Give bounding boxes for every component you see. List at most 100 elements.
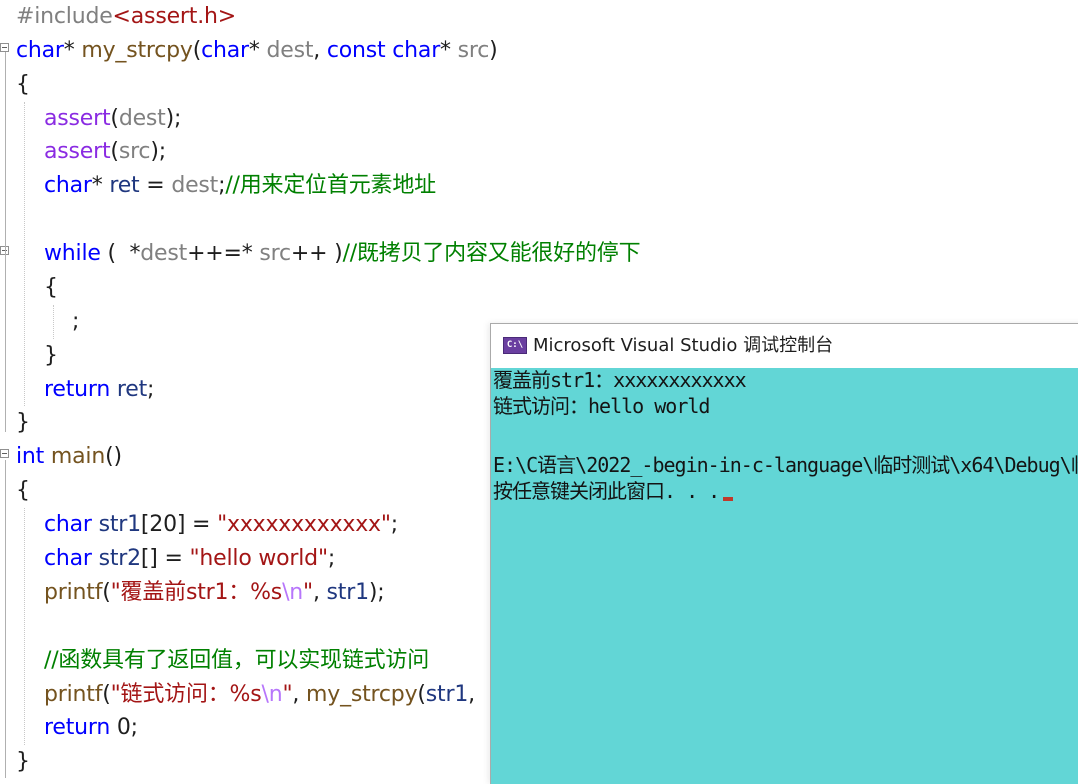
code-token: [20] =: [140, 512, 218, 537]
code-token: src: [457, 38, 490, 63]
code-line-text: {: [16, 474, 30, 508]
code-token: //函数具有了返回值，可以实现链式访问: [44, 648, 430, 673]
code-token: =: [139, 173, 172, 198]
code-token: (: [102, 580, 111, 605]
code-token: }: [16, 749, 30, 774]
code-line[interactable]: assert(src);: [0, 135, 1078, 169]
code-line-text: {: [44, 271, 58, 305]
code-token: *: [248, 38, 267, 63]
console-line: 覆盖前str1：xxxxxxxxxxxx: [493, 368, 747, 392]
code-token: (: [192, 38, 202, 63]
code-token: "hello world": [189, 546, 329, 571]
code-token: char: [16, 38, 64, 63]
code-line-text: return 0;: [44, 711, 138, 745]
code-token: \n: [261, 682, 283, 707]
code-line-text: printf("覆盖前str1：%s\n", str1);: [44, 576, 385, 610]
code-line[interactable]: #include<assert.h>: [0, 0, 1078, 34]
code-token: <assert.h>: [112, 4, 237, 29]
console-line: 按任意键关闭此窗口. . .: [493, 479, 734, 503]
code-line[interactable]: char* my_strcpy(char* dest, const char* …: [0, 34, 1078, 68]
code-token: char: [201, 38, 249, 63]
code-line-text: #include<assert.h>: [16, 0, 236, 34]
code-token: ;: [327, 546, 336, 571]
code-token: dest: [266, 38, 314, 63]
code-line[interactable]: {: [0, 271, 1078, 305]
indent-guide: [24, 102, 25, 406]
code-token: ++=*: [187, 241, 260, 266]
code-token: assert: [44, 139, 111, 164]
code-line[interactable]: char* ret = dest;//用来定位首元素地址: [0, 169, 1078, 203]
code-token: ,: [312, 580, 327, 605]
console-line: 链式访问：hello world: [493, 394, 710, 418]
code-line[interactable]: assert(dest);: [0, 102, 1078, 136]
code-token: str1: [425, 682, 469, 707]
code-token: assert: [44, 106, 111, 131]
code-token: ,: [313, 38, 327, 63]
code-token: dest: [140, 241, 188, 266]
code-token: ++ ): [290, 241, 343, 266]
console-cursor: [723, 497, 734, 501]
code-token: printf: [44, 682, 103, 707]
code-line-text: printf("链式访问：%s\n", my_strcpy(str1,: [44, 678, 475, 712]
code-line-text: assert(dest);: [44, 102, 181, 136]
code-token: ": [303, 580, 313, 605]
code-token: ): [489, 38, 498, 63]
code-line-text: }: [16, 745, 30, 779]
code-line-text: {: [16, 68, 30, 102]
code-token: *: [91, 173, 110, 198]
code-token: }: [44, 343, 58, 368]
fold-toggle-icon[interactable]: [0, 449, 9, 458]
console-line: E:\C语言\2022_-begin-in-c-language\临时测试\x6…: [493, 453, 1078, 477]
code-token: main: [50, 444, 106, 469]
code-token: ,: [468, 682, 475, 707]
code-line-text: char* ret = dest;//用来定位首元素地址: [44, 169, 436, 203]
code-line-text: ;: [72, 305, 79, 339]
code-token: str1: [326, 580, 370, 605]
code-token: }: [16, 410, 30, 435]
code-line[interactable]: [0, 203, 1078, 237]
code-token: dest: [171, 173, 219, 198]
fold-region-guide: [5, 52, 6, 432]
code-token: return: [44, 715, 111, 740]
code-token: {: [16, 478, 30, 503]
code-token: str2: [98, 546, 142, 571]
console-titlebar[interactable]: C:\ Microsoft Visual Studio 调试控制台: [491, 324, 1078, 368]
code-token: (: [110, 139, 119, 164]
code-line-text: int main(): [16, 440, 122, 474]
fold-toggle-icon[interactable]: [0, 43, 9, 52]
code-token: ": [282, 682, 293, 707]
console-prompt-text: 按任意键关闭此窗口. . .: [493, 479, 720, 503]
code-token: ( *: [100, 241, 141, 266]
code-token: return: [44, 377, 111, 402]
code-token: while: [44, 241, 101, 266]
code-token: \n: [282, 580, 304, 605]
code-token: ;: [390, 512, 398, 537]
code-token: //既拷贝了内容又能很好的停下: [342, 241, 641, 266]
fold-region-guide: [5, 460, 6, 778]
console-output[interactable]: 覆盖前str1：xxxxxxxxxxxx 链式访问：hello world E:…: [491, 368, 1078, 784]
code-token: src: [118, 139, 151, 164]
debug-console-window[interactable]: C:\ Microsoft Visual Studio 调试控制台 覆盖前str…: [490, 323, 1078, 784]
indent-guide: [53, 305, 54, 339]
code-token: "xxxxxxxxxxxx": [217, 512, 391, 537]
code-line-text: //函数具有了返回值，可以实现链式访问: [44, 644, 429, 678]
code-token: src: [259, 241, 291, 266]
console-app-icon: C:\: [503, 337, 527, 354]
code-token: [] =: [140, 546, 190, 571]
code-line-text: char str1[20] = "xxxxxxxxxxxx";: [44, 508, 398, 542]
fold-region-guide: [5, 262, 6, 372]
code-line[interactable]: while ( *dest++=* src++ )//既拷贝了内容又能很好的停下: [0, 237, 1078, 271]
code-token: 0;: [110, 715, 138, 740]
code-token: char: [44, 546, 92, 571]
code-token: my_strcpy: [306, 682, 418, 707]
code-line-text: return ret;: [44, 373, 154, 407]
code-line[interactable]: {: [0, 68, 1078, 102]
code-token: char: [44, 173, 92, 198]
code-line-text: }: [44, 339, 58, 373]
code-token: dest: [118, 106, 166, 131]
code-token: ret: [116, 377, 147, 402]
code-line-text: }: [16, 406, 30, 440]
code-token: (: [102, 682, 111, 707]
